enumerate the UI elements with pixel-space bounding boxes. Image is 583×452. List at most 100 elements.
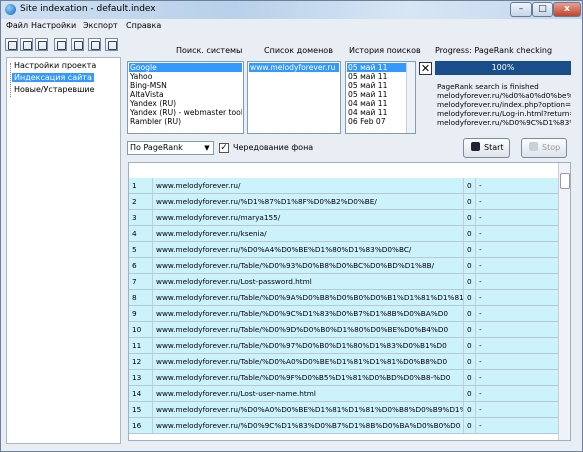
row-extra: - bbox=[479, 389, 482, 398]
alternate-bg-checkbox[interactable]: ✓ bbox=[219, 143, 229, 153]
maximize-button[interactable]: □ bbox=[532, 2, 553, 17]
engine-item[interactable]: Yandex (RU) bbox=[129, 99, 242, 108]
export-icon[interactable] bbox=[54, 38, 67, 51]
engine-item[interactable]: AltaVista bbox=[129, 90, 242, 99]
history-item[interactable]: 05 май 11 bbox=[347, 90, 406, 99]
tree-item-new-outdated[interactable]: Новые/Устаревшие bbox=[12, 85, 97, 94]
engine-item[interactable]: Rambler (RU) bbox=[129, 117, 242, 126]
history-item[interactable]: 05 май 11 bbox=[347, 63, 406, 72]
row-url: www.melodyforever.ru/ksenia/ bbox=[153, 226, 464, 241]
history-list[interactable]: 05 май 11 05 май 11 05 май 11 05 май 11 … bbox=[345, 61, 416, 134]
row-number: 9 bbox=[129, 306, 153, 321]
row-number: 12 bbox=[129, 354, 153, 369]
table-row[interactable]: 2 www.melodyforever.ru/%D1%87%D1%8F%D0%B2… bbox=[129, 194, 559, 210]
engine-item[interactable]: Yahoo bbox=[129, 72, 242, 81]
new-project-icon[interactable] bbox=[5, 38, 18, 51]
start-button[interactable]: Start bbox=[463, 138, 510, 158]
table-row[interactable]: 3 www.melodyforever.ru/marya155/0- bbox=[129, 210, 559, 226]
save-project-icon[interactable] bbox=[35, 38, 48, 51]
log-line: melodyforever.ru/%d0%a0%d0%be%d1 bbox=[437, 91, 571, 100]
edit-icon[interactable] bbox=[71, 38, 84, 51]
row-pagerank: 0 bbox=[464, 178, 476, 193]
table-row[interactable]: 4 www.melodyforever.ru/ksenia/0- bbox=[129, 226, 559, 242]
row-extra: - bbox=[479, 277, 482, 286]
row-number: 3 bbox=[129, 210, 153, 225]
table-row[interactable]: 14 www.melodyforever.ru/Lost-user-name.ht… bbox=[129, 386, 559, 402]
row-pagerank: 0 bbox=[464, 242, 476, 257]
row-number: 10 bbox=[129, 322, 153, 337]
history-item[interactable]: 04 май 11 bbox=[347, 99, 406, 108]
tree-item-project-settings[interactable]: Настройки проекта bbox=[12, 61, 98, 70]
history-header: История поисков bbox=[349, 46, 421, 55]
menu-file[interactable]: Файл bbox=[6, 21, 28, 30]
stop-button[interactable]: Stop bbox=[521, 138, 567, 158]
row-extra: - bbox=[479, 197, 482, 206]
menu-export[interactable]: Экспорт bbox=[83, 21, 118, 30]
table-row[interactable]: 10 www.melodyforever.ru/Table/%D0%9D%D0%B… bbox=[129, 322, 559, 338]
table-row[interactable]: 8 www.melodyforever.ru/Table/%D0%9A%D0%B8… bbox=[129, 290, 559, 306]
settings-icon[interactable] bbox=[88, 38, 101, 51]
row-pagerank: 0 bbox=[464, 258, 476, 273]
domain-item[interactable]: www.melodyforever.ru bbox=[249, 63, 339, 72]
table-row[interactable]: 5 www.melodyforever.ru/%D0%A4%D0%BE%D1%80… bbox=[129, 242, 559, 258]
row-pagerank: 0 bbox=[464, 370, 476, 385]
table-row[interactable]: 7 www.melodyforever.ru/Lost-password.html… bbox=[129, 274, 559, 290]
table-row[interactable]: 6 www.melodyforever.ru/Table/%D0%93%D0%B8… bbox=[129, 258, 559, 274]
table-row[interactable]: 11 www.melodyforever.ru/Table/%D0%97%D0%B… bbox=[129, 338, 559, 354]
table-scrollbar[interactable] bbox=[558, 163, 570, 440]
log-line: melodyforever.ru/Log-in.html?return=al bbox=[437, 109, 571, 118]
menu-bar: Файл Настройки Экспорт Справка bbox=[1, 19, 582, 33]
row-url: www.melodyforever.ru/Table/%D0%9C%D1%83%… bbox=[153, 306, 464, 321]
row-url: www.melodyforever.ru/%D0%A4%D0%BE%D1%80%… bbox=[153, 242, 464, 257]
table-header bbox=[129, 163, 559, 179]
engine-item[interactable]: Bing-MSN bbox=[129, 81, 242, 90]
sort-select[interactable]: По PageRank ▼ bbox=[127, 141, 214, 155]
table-row[interactable]: 15 www.melodyforever.ru/%D0%A0%D0%BE%D1%8… bbox=[129, 402, 559, 418]
print-icon[interactable] bbox=[105, 38, 118, 51]
close-button[interactable]: x bbox=[553, 2, 581, 17]
history-item[interactable]: 05 май 11 bbox=[347, 81, 406, 90]
history-item[interactable]: 06 Feb 07 bbox=[347, 117, 406, 126]
history-scrollbar[interactable] bbox=[406, 62, 415, 133]
table-row[interactable]: 9 www.melodyforever.ru/Table/%D0%9C%D1%83… bbox=[129, 306, 559, 322]
title-bar[interactable]: Site indexation - default.index – □ x bbox=[1, 1, 582, 19]
engines-list[interactable]: Google Yahoo Bing-MSN AltaVista Yandex (… bbox=[127, 61, 244, 134]
history-item[interactable]: 05 май 11 bbox=[347, 72, 406, 81]
engine-item[interactable]: Google bbox=[129, 63, 242, 72]
tree-item-site-indexation[interactable]: Индексация сайта bbox=[12, 73, 94, 82]
row-extra: - bbox=[479, 309, 482, 318]
open-project-icon[interactable] bbox=[20, 38, 33, 51]
start-label: Start bbox=[484, 143, 504, 152]
row-extra: - bbox=[479, 421, 482, 430]
row-extra: - bbox=[479, 229, 482, 238]
row-extra: - bbox=[479, 357, 482, 366]
menu-settings[interactable]: Настройки bbox=[31, 21, 76, 30]
row-url: www.melodyforever.ru/Lost-user-name.html bbox=[153, 386, 464, 401]
scrollbar-thumb[interactable] bbox=[560, 173, 570, 189]
domains-list[interactable]: www.melodyforever.ru bbox=[247, 61, 341, 134]
row-url: www.melodyforever.ru/ bbox=[153, 178, 464, 193]
row-extra: - bbox=[479, 405, 482, 414]
delete-history-icon[interactable]: ✕ bbox=[419, 62, 432, 75]
row-extra: - bbox=[479, 373, 482, 382]
row-number: 15 bbox=[129, 402, 153, 417]
row-number: 8 bbox=[129, 290, 153, 305]
table-row[interactable]: 12 www.melodyforever.ru/Table/%D0%A0%D0%B… bbox=[129, 354, 559, 370]
row-pagerank: 0 bbox=[464, 402, 476, 417]
engine-item[interactable]: Yandex (RU) - webmaster tools bbox=[129, 108, 242, 117]
row-extra: - bbox=[479, 261, 482, 270]
history-item[interactable]: 04 май 11 bbox=[347, 108, 406, 117]
start-icon bbox=[471, 142, 480, 151]
row-url: www.melodyforever.ru/Table/%D0%97%D0%B0%… bbox=[153, 338, 464, 353]
row-extra: - bbox=[479, 293, 482, 302]
table-row[interactable]: 13 www.melodyforever.ru/Table/%D0%9F%D0%B… bbox=[129, 370, 559, 386]
table-row[interactable]: 1 www.melodyforever.ru/0- bbox=[129, 178, 559, 194]
app-icon bbox=[5, 4, 16, 15]
minimize-button[interactable]: – bbox=[510, 2, 532, 17]
table-row[interactable]: 16 www.melodyforever.ru/%D0%9C%D1%83%D0%B… bbox=[129, 418, 559, 434]
menu-help[interactable]: Справка bbox=[126, 21, 161, 30]
results-table: 1 www.melodyforever.ru/0-2 www.melodyforev… bbox=[128, 162, 571, 441]
row-url: www.melodyforever.ru/%D0%A0%D0%BE%D1%81%… bbox=[153, 402, 464, 417]
chevron-down-icon[interactable]: ▼ bbox=[202, 143, 212, 153]
row-number: 5 bbox=[129, 242, 153, 257]
